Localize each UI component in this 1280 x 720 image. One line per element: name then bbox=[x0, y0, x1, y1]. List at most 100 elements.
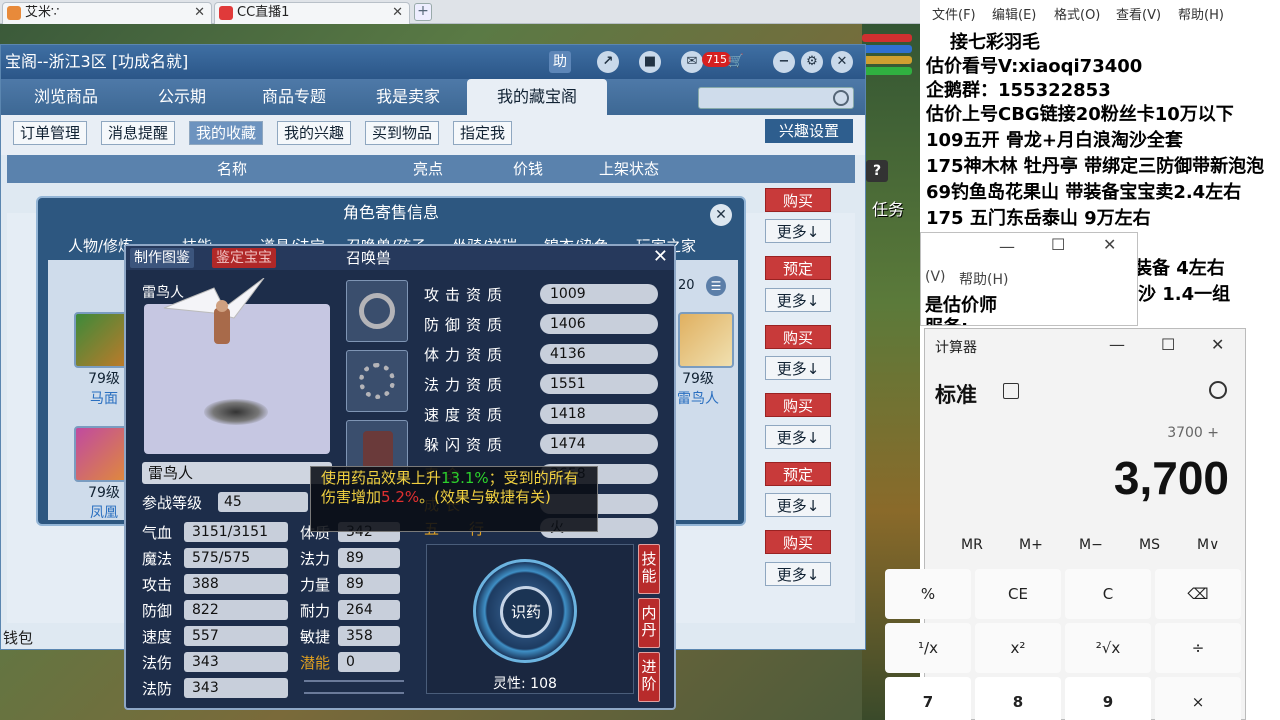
key-backspace[interactable]: ⌫ bbox=[1155, 569, 1241, 619]
share-icon[interactable]: ↗ bbox=[597, 51, 619, 73]
minimize-icon[interactable]: — bbox=[1109, 335, 1125, 354]
aptitude-value-attack: 1009 bbox=[540, 284, 658, 304]
message-icon[interactable]: ✉ bbox=[681, 51, 703, 73]
shop-help-button[interactable]: 助 bbox=[549, 51, 571, 73]
more-button[interactable]: 更多↓ bbox=[765, 493, 831, 517]
menu-help[interactable]: 帮助(H) bbox=[959, 269, 1008, 289]
key-ce[interactable]: CE bbox=[975, 569, 1061, 619]
key-8[interactable]: 8 bbox=[975, 677, 1061, 720]
stat-label-potential: 潜能 bbox=[300, 654, 331, 672]
maximize-icon[interactable]: ☐ bbox=[1161, 335, 1175, 354]
skill-name[interactable]: 识药 bbox=[500, 586, 552, 638]
browser-tab-title: CC直播1 bbox=[237, 5, 290, 20]
stat-value-strength: 89 bbox=[338, 574, 400, 594]
cart-icon[interactable]: 🛒 bbox=[725, 51, 747, 73]
tab-make-catalog[interactable]: 制作图鉴 bbox=[130, 248, 194, 268]
mem-list[interactable]: M∨ bbox=[1197, 537, 1219, 553]
wallet-label[interactable]: 钱包 bbox=[3, 627, 33, 648]
mem-mc[interactable]: MR bbox=[961, 537, 983, 553]
tab-interests[interactable]: 我的兴趣 bbox=[277, 121, 352, 145]
key-multiply[interactable]: × bbox=[1155, 677, 1241, 720]
mem-ms[interactable]: MS bbox=[1139, 537, 1160, 553]
key-percent[interactable]: % bbox=[885, 569, 971, 619]
keep-on-top-icon[interactable] bbox=[1003, 383, 1019, 399]
menu-view[interactable]: 查看(V) bbox=[1116, 4, 1161, 23]
new-tab-button[interactable]: + bbox=[414, 3, 432, 21]
nav-my-treasure[interactable]: 我的藏宝阁 bbox=[467, 79, 607, 115]
key-square[interactable]: x² bbox=[975, 623, 1061, 673]
buy-button[interactable]: 购买 bbox=[765, 325, 831, 349]
maximize-icon[interactable]: ☐ bbox=[1051, 235, 1065, 254]
cc-favicon-icon bbox=[219, 6, 233, 20]
inner-dan-side-button[interactable]: 内丹 bbox=[638, 598, 660, 648]
menu-file[interactable]: 文件(F) bbox=[932, 4, 976, 23]
pet-sprite bbox=[163, 278, 265, 344]
mem-mplus[interactable]: M+ bbox=[1019, 537, 1043, 553]
menu-format[interactable]: 格式(O) bbox=[1054, 4, 1100, 23]
exp-bar bbox=[862, 67, 912, 75]
settings-gear-icon[interactable]: ⚙ bbox=[801, 51, 823, 73]
key-reciprocal[interactable]: ¹/x bbox=[885, 623, 971, 673]
close-tab-icon[interactable]: ✕ bbox=[194, 3, 205, 23]
pet-card-leiniaoren[interactable]: 79级 雷鸟人 bbox=[668, 312, 734, 408]
more-button[interactable]: 更多↓ bbox=[765, 356, 831, 380]
skill-tooltip: 使用药品效果上升13.1%；受到的所有伤害增加5.2%。(效果与敏捷有关) bbox=[310, 466, 598, 532]
reserve-button[interactable]: 预定 bbox=[765, 256, 831, 280]
history-icon[interactable] bbox=[1209, 381, 1227, 399]
mem-mminus[interactable]: M− bbox=[1079, 537, 1103, 553]
tab-appraise-pet[interactable]: 鉴定宝宝 bbox=[212, 248, 276, 268]
tab-bought[interactable]: 买到物品 bbox=[365, 121, 440, 145]
tab-favorites[interactable]: 我的收藏 bbox=[189, 121, 264, 145]
stat-value-potential: 0 bbox=[338, 652, 400, 672]
shop-search-input[interactable] bbox=[698, 87, 854, 109]
tab-messages[interactable]: 消息提醒 bbox=[101, 121, 176, 145]
buy-button[interactable]: 购买 bbox=[765, 188, 831, 212]
more-button[interactable]: 更多↓ bbox=[765, 219, 831, 243]
nav-topics[interactable]: 商品专题 bbox=[239, 79, 349, 115]
nav-seller[interactable]: 我是卖家 bbox=[353, 79, 463, 115]
nav-browse[interactable]: 浏览商品 bbox=[11, 79, 121, 115]
minimize-icon[interactable]: − bbox=[773, 51, 795, 73]
pet-name-field[interactable]: 雷鸟人 bbox=[142, 462, 332, 484]
browser-tab-cc[interactable]: CC直播1 ✕ bbox=[214, 2, 410, 24]
key-sqrt[interactable]: ²√x bbox=[1065, 623, 1151, 673]
nav-publicity[interactable]: 公示期 bbox=[127, 79, 237, 115]
minimize-icon[interactable]: — bbox=[999, 237, 1015, 256]
menu-view[interactable]: (V) bbox=[925, 269, 946, 285]
scene-help-button[interactable]: ? bbox=[866, 160, 888, 182]
calc-mode[interactable]: 标准 bbox=[935, 379, 977, 409]
interest-settings-button[interactable]: 兴趣设置 bbox=[765, 119, 853, 143]
menu-help[interactable]: 帮助(H) bbox=[1178, 4, 1224, 23]
close-icon[interactable]: ✕ bbox=[831, 51, 853, 73]
reserve-button[interactable]: 预定 bbox=[765, 462, 831, 486]
key-7[interactable]: 7 bbox=[885, 677, 971, 720]
advance-side-button[interactable]: 进阶 bbox=[638, 652, 660, 702]
menu-edit[interactable]: 编辑(E) bbox=[992, 4, 1036, 23]
key-divide[interactable]: ÷ bbox=[1155, 623, 1241, 673]
stop-icon[interactable]: ■ bbox=[639, 51, 661, 73]
buy-button[interactable]: 购买 bbox=[765, 393, 831, 417]
skill-orb[interactable]: 识药 bbox=[473, 559, 577, 663]
more-button[interactable]: 更多↓ bbox=[765, 562, 831, 586]
stat-value-speed: 557 bbox=[184, 626, 288, 646]
list-menu-icon[interactable]: ☰ bbox=[706, 276, 726, 296]
aptitude-value-dodge: 1474 bbox=[540, 434, 658, 454]
buy-button[interactable]: 购买 bbox=[765, 530, 831, 554]
more-button[interactable]: 更多↓ bbox=[765, 425, 831, 449]
close-tab-icon[interactable]: ✕ bbox=[392, 3, 403, 23]
equip-slot-2[interactable] bbox=[346, 350, 408, 412]
browser-tab-aimi[interactable]: 艾米∵ ✕ bbox=[2, 2, 212, 24]
task-label[interactable]: 任务 bbox=[872, 196, 904, 220]
key-c[interactable]: C bbox=[1065, 569, 1151, 619]
tab-assigned[interactable]: 指定我 bbox=[453, 121, 513, 145]
close-icon[interactable]: ✕ bbox=[1211, 335, 1224, 354]
char-modal-close-icon[interactable]: ✕ bbox=[710, 204, 732, 226]
equip-slot-1[interactable] bbox=[346, 280, 408, 342]
pet-panel-close-icon[interactable]: ✕ bbox=[653, 246, 668, 268]
search-icon[interactable] bbox=[833, 90, 849, 106]
tab-orders[interactable]: 订单管理 bbox=[13, 121, 88, 145]
key-9[interactable]: 9 bbox=[1065, 677, 1151, 720]
more-button[interactable]: 更多↓ bbox=[765, 288, 831, 312]
close-icon[interactable]: ✕ bbox=[1103, 235, 1116, 254]
skills-side-button[interactable]: 技能 bbox=[638, 544, 660, 594]
